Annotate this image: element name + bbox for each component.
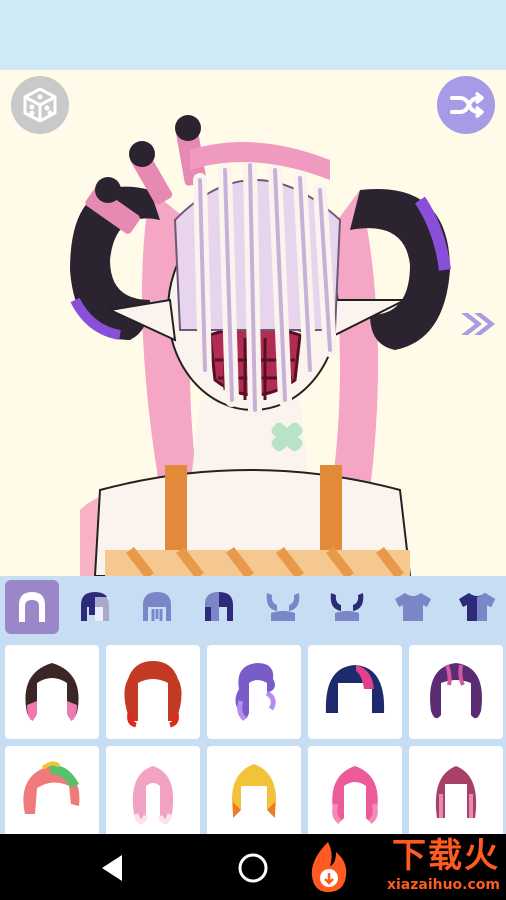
hair-option-1[interactable] xyxy=(5,645,99,739)
tab-shirt-dark[interactable] xyxy=(450,580,504,634)
tab-shirt[interactable] xyxy=(386,580,440,634)
watermark-url: xiazaihuo.com xyxy=(386,877,500,893)
hair-option-icon xyxy=(430,663,482,719)
hair-option-icon xyxy=(332,766,378,824)
category-tab-bar xyxy=(0,576,506,638)
back-triangle-icon[interactable] xyxy=(96,851,130,885)
back-hair-icon xyxy=(19,592,45,622)
hair-bangs-icon xyxy=(143,592,171,621)
hair-option-10[interactable] xyxy=(409,746,503,834)
shuffle-button[interactable] xyxy=(437,76,495,134)
hair-option-9[interactable] xyxy=(308,746,402,834)
options-grid xyxy=(0,638,506,834)
tab-back-hair[interactable] xyxy=(5,580,59,634)
hair-option-icon xyxy=(23,761,80,814)
hair-option-7[interactable] xyxy=(106,746,200,834)
home-circle-icon[interactable] xyxy=(236,851,270,885)
tab-hair-bangs[interactable] xyxy=(130,580,184,634)
hair-option-icon xyxy=(325,665,385,713)
status-bar xyxy=(0,0,506,70)
double-chevron-right-icon[interactable] xyxy=(458,310,498,338)
watermark-title: 下载火 xyxy=(392,836,500,876)
hair-option-icon xyxy=(25,663,79,721)
tab-hair-side[interactable] xyxy=(192,580,246,634)
character-canvas xyxy=(0,70,506,576)
tab-horns-dark[interactable] xyxy=(320,580,374,634)
flame-logo-icon xyxy=(311,842,347,892)
horns-icon xyxy=(266,593,300,621)
tab-horns[interactable] xyxy=(256,580,310,634)
shirt-dark-icon xyxy=(459,593,495,621)
hair-option-5[interactable] xyxy=(409,645,503,739)
hair-option-icon xyxy=(132,766,174,824)
shirt-icon xyxy=(395,593,431,621)
hair-option-2[interactable] xyxy=(106,645,200,739)
tab-hair-front[interactable] xyxy=(68,580,122,634)
hair-option-icon xyxy=(124,661,182,728)
shuffle-icon xyxy=(450,91,484,119)
character-preview xyxy=(70,115,451,576)
hair-option-3[interactable] xyxy=(207,645,301,739)
hair-option-icon xyxy=(231,764,277,818)
random-button[interactable] xyxy=(11,76,69,134)
hair-option-8[interactable] xyxy=(207,746,301,834)
hair-option-6[interactable] xyxy=(5,746,99,834)
hair-option-icon xyxy=(435,766,477,818)
hair-option-icon xyxy=(235,663,276,721)
hair-front-dark-icon xyxy=(81,592,109,621)
hair-side-dark-icon xyxy=(205,592,233,621)
hair-option-4[interactable] xyxy=(308,645,402,739)
dice-icon xyxy=(23,87,57,123)
watermark: 下载火 xiazaihuo.com xyxy=(300,836,506,900)
horns-dark-icon xyxy=(330,593,364,621)
